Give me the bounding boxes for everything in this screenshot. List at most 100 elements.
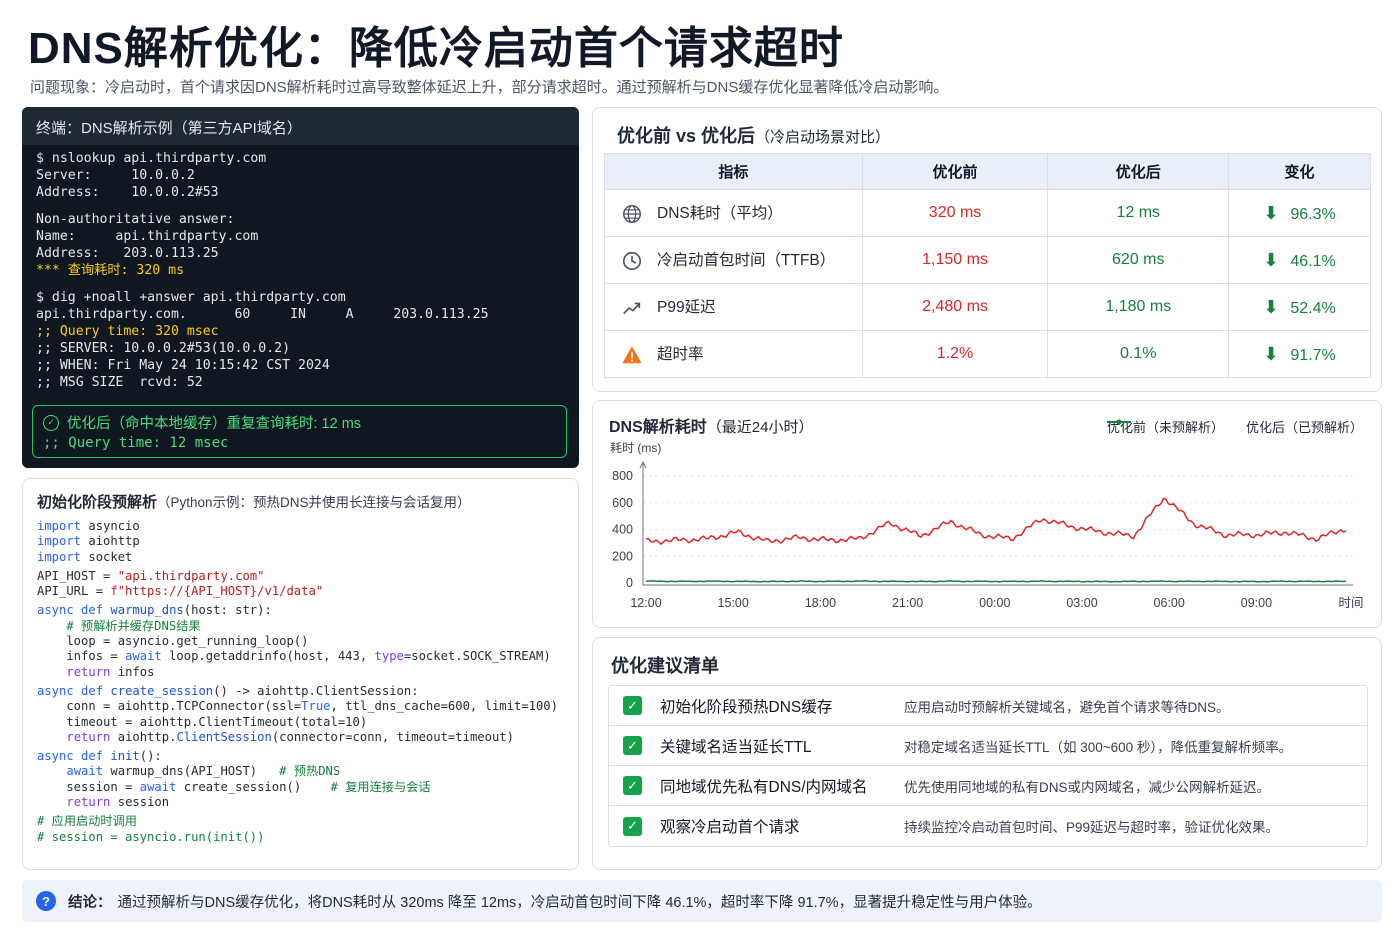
legend-line-after: [1106, 419, 1131, 425]
chart-subtitle: （最近24小时）: [706, 419, 814, 436]
y-tick-label: 0: [626, 576, 633, 590]
comparison-title: 优化前 vs 优化后（冷启动场景对比）: [617, 122, 890, 148]
y-tick-label: 400: [612, 523, 633, 537]
table-row: 冷启动首包时间（TTFB） 1,150 ms 620 ms ⬇ 46.1%: [604, 236, 1371, 284]
terminal-line: ;; SERVER: 10.0.0.2#53(10.0.0.2): [36, 341, 291, 356]
terminal-line: api.thirdparty.com. 60 IN A 203.0.113.25: [36, 307, 489, 322]
x-tick-label: 06:00: [1154, 596, 1185, 610]
checkbox-checked-icon[interactable]: ✓: [623, 816, 642, 836]
checkbox-checked-icon[interactable]: ✓: [623, 696, 642, 715]
metric-name: P99延迟: [657, 299, 716, 317]
header-after: 优化后: [1047, 153, 1230, 190]
recommendation-name: 关键域名适当延长TTL: [660, 738, 812, 756]
recommendations-title: 优化建议清单: [611, 656, 719, 676]
optimized-result: 优化后（命中本地缓存）重复查询耗时: 12 ms: [67, 416, 362, 432]
terminal-optimized-box: ✓ 优化后（命中本地缓存）重复查询耗时: 12 ms ;; Query time:…: [32, 405, 567, 458]
arrow-down-icon: ⬇: [1263, 296, 1279, 317]
table-row: P99延迟 2,480 ms 1,180 ms ⬇ 52.4%: [604, 283, 1371, 331]
before-value: 1,150 ms: [861, 236, 1049, 284]
warning-icon: [622, 346, 642, 364]
metric-cell: DNS耗时（平均）: [604, 189, 863, 237]
arrow-down-icon: ⬇: [1263, 202, 1279, 223]
x-tick-label: 09:00: [1241, 596, 1272, 610]
x-axis-label: 时间: [1338, 596, 1363, 610]
change-value: 96.3%: [1290, 205, 1336, 223]
list-item: ✓ 观察冷启动首个请求 持续监控冷启动首包时间、P99延迟与超时率，验证优化效果…: [609, 806, 1367, 846]
check-circle-icon: ✓: [43, 414, 59, 431]
recommendation-desc: 对稳定域名适当延长TTL（如 300~600 秒），降低重复解析频率。: [904, 739, 1293, 755]
terminal-title: 终端：DNS解析示例（第三方API域名）: [22, 107, 579, 145]
header-change: 变化: [1228, 153, 1371, 190]
change-value: 91.7%: [1290, 346, 1336, 364]
trend-icon: [623, 302, 641, 315]
change-cell: ⬇ 52.4%: [1228, 283, 1371, 331]
terminal-line-query-time: *** 查询耗时: 320 ms: [36, 263, 185, 278]
comparison-subtitle: （冷启动场景对比）: [755, 129, 891, 146]
metric-name: 冷启动首包时间（TTFB）: [657, 252, 836, 270]
series-line-before: [646, 497, 1347, 546]
checkbox-checked-icon[interactable]: ✓: [623, 776, 642, 795]
terminal-line: Non-authoritative answer:: [36, 212, 235, 227]
list-item: ✓ 同地域优先私有DNS/内网域名 优先使用同地域的私有DNS或内网域名，减少公…: [609, 766, 1367, 806]
table-row: DNS耗时（平均） 320 ms 12 ms ⬇ 96.3%: [604, 189, 1371, 237]
x-tick-label: 21:00: [892, 596, 923, 610]
table-row: 超时率 1.2% 0.1% ⬇ 91.7%: [604, 330, 1371, 378]
globe-icon: [623, 204, 641, 223]
change-value: 46.1%: [1290, 252, 1336, 270]
metric-name: 超时率: [657, 346, 704, 364]
metric-cell: P99延迟: [604, 283, 863, 331]
before-value: 2,480 ms: [861, 283, 1049, 331]
page-subtitle: 问题现象：冷启动时，首个请求因DNS解析耗时过高导致整体延迟上升，部分请求超时。…: [30, 79, 949, 96]
before-value: 1.2%: [861, 330, 1049, 378]
change-value: 52.4%: [1290, 299, 1336, 317]
code-subtitle: （Python示例：预热DNS并使用长连接与会话复用）: [157, 495, 471, 510]
recommendation-name: 同地域优先私有DNS/内网域名: [660, 778, 868, 796]
question-icon: ?: [36, 891, 56, 911]
comparison-panel: 优化前 vs 优化后（冷启动场景对比） 指标 优化前 优化后 变化 DNS耗时（…: [592, 107, 1382, 392]
code-block: import asyncio import aiohttp import soc…: [37, 519, 558, 844]
terminal-panel: 终端：DNS解析示例（第三方API域名） $ nslookup api.thir…: [22, 107, 579, 468]
recommendations-list: ✓ 初始化阶段预热DNS缓存 应用启动时预解析关键域名，避免首个请求等待DNS。…: [608, 685, 1368, 847]
arrow-down-icon: ⬇: [1263, 343, 1279, 364]
code-title-main: 初始化阶段预解析: [37, 494, 158, 511]
change-cell: ⬇ 91.7%: [1228, 330, 1371, 378]
x-tick-label: 03:00: [1066, 596, 1097, 610]
series-line-after: [645, 580, 1347, 583]
recommendation-desc: 应用启动时预解析关键域名，避免首个请求等待DNS。: [904, 699, 1230, 715]
metric-cell: 冷启动首包时间（TTFB）: [604, 236, 863, 284]
comparison-table: 指标 优化前 优化后 变化 DNS耗时（平均） 320 ms 12 ms ⬇ 96…: [604, 153, 1371, 378]
code-title: 初始化阶段预解析（Python示例：预热DNS并使用长连接与会话复用）: [37, 491, 471, 512]
recommendation-name: 观察冷启动首个请求: [660, 819, 800, 836]
terminal-line: $ dig +noall +answer api.thirdparty.com: [36, 290, 346, 305]
y-tick-label: 600: [612, 496, 633, 510]
x-tick-label: 00:00: [979, 596, 1010, 610]
conclusion-text: 通过预解析与DNS缓存优化，将DNS耗时从 320ms 降至 12ms，冷启动首…: [117, 894, 1042, 911]
chart-legend: 优化前（未预解析） 优化后（已预解析）: [1106, 417, 1363, 436]
recommendations-panel: 优化建议清单 ✓ 初始化阶段预热DNS缓存 应用启动时预解析关键域名，避免首个请…: [592, 637, 1382, 870]
recommendation-desc: 优先使用同地域的私有DNS或内网域名，减少公网解析延迟。: [904, 779, 1271, 795]
metric-cell: 超时率: [604, 330, 863, 378]
chart-title-main: DNS解析耗时: [609, 419, 707, 436]
arrow-down-icon: ⬇: [1263, 249, 1279, 270]
metric-name: DNS耗时（平均）: [657, 205, 783, 223]
x-tick-label: 12:00: [630, 596, 661, 610]
change-cell: ⬇ 96.3%: [1228, 189, 1371, 237]
header-before: 优化前: [861, 153, 1049, 190]
checkbox-checked-icon[interactable]: ✓: [623, 736, 642, 755]
list-item: ✓ 初始化阶段预热DNS缓存 应用启动时预解析关键域名，避免首个请求等待DNS。: [609, 686, 1367, 726]
comparison-title-main: 优化前 vs 优化后: [617, 126, 756, 146]
conclusion-label: 结论：: [68, 894, 112, 911]
terminal-line: Address: 10.0.0.2#53: [36, 185, 219, 200]
y-axis-label: 耗时 (ms): [610, 441, 661, 455]
clock-icon: [622, 251, 642, 271]
list-item: ✓ 关键域名适当延长TTL 对稳定域名适当延长TTL（如 300~600 秒），…: [609, 726, 1367, 766]
recommendation-name: 初始化阶段预热DNS缓存: [660, 698, 833, 716]
after-value: 12 ms: [1047, 189, 1230, 237]
after-value: 620 ms: [1047, 236, 1230, 284]
recommendation-desc: 持续监控冷启动首包时间、P99延迟与超时率，验证优化效果。: [904, 820, 1280, 835]
header-metric: 指标: [604, 153, 863, 190]
terminal-line: $ nslookup api.thirdparty.com: [36, 151, 267, 166]
chart-panel: 耗时 (ms) 0 200 400 600 800 12:00 15:00 18:00 21:00…: [592, 400, 1382, 628]
y-tick-label: 200: [612, 549, 633, 563]
optimized-query-time: ;; Query time: 12 msec: [43, 435, 229, 451]
